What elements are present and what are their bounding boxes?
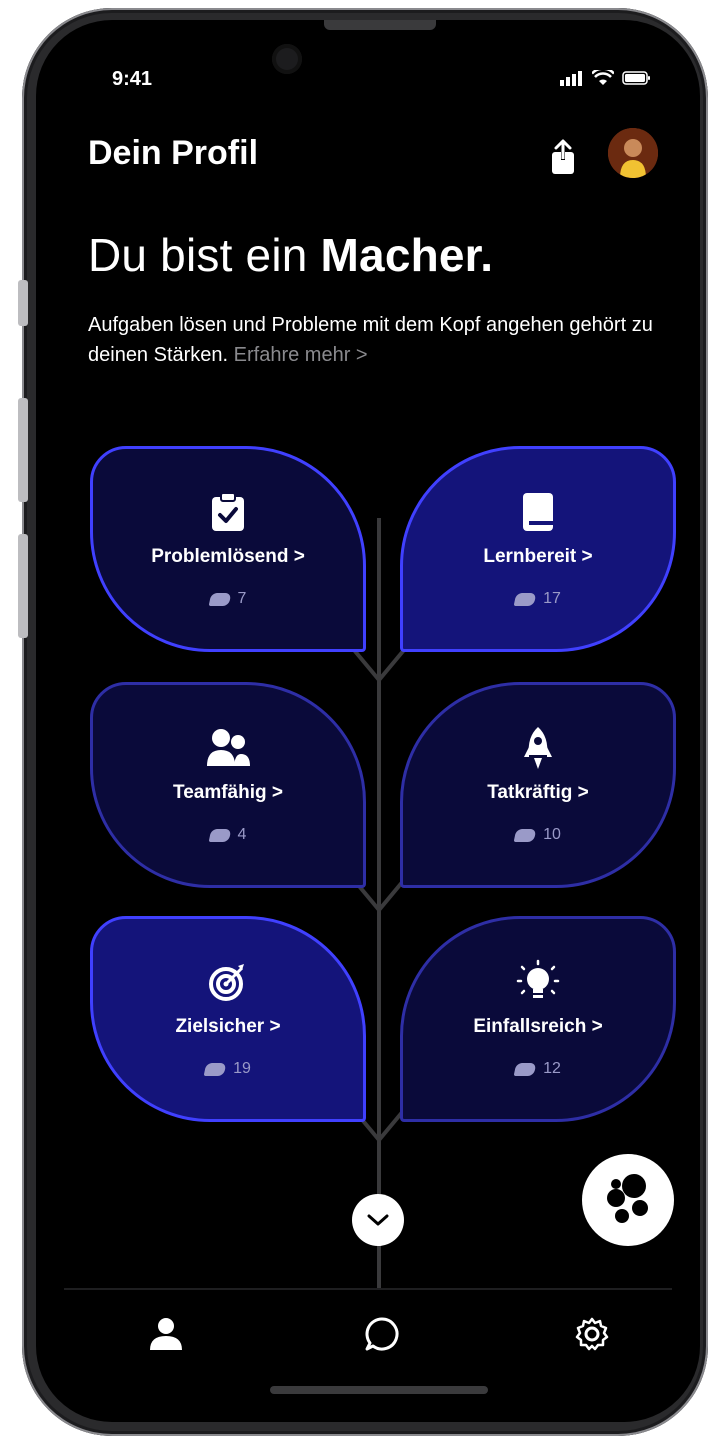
gear-icon bbox=[575, 1317, 609, 1351]
target-icon bbox=[208, 960, 248, 1004]
comment-icon bbox=[203, 1062, 227, 1076]
trait-count-value: 12 bbox=[543, 1060, 561, 1077]
volume-down-button bbox=[18, 534, 28, 638]
trait-card-teamfaehig[interactable]: Teamfähig > 4 bbox=[90, 682, 366, 888]
speaker-grille bbox=[324, 20, 436, 30]
lightbulb-icon bbox=[516, 959, 560, 1004]
volume-up-button bbox=[18, 398, 28, 502]
trait-label: Lernbereit > bbox=[483, 546, 593, 567]
trait-label: Zielsicher > bbox=[175, 1016, 281, 1037]
share-button[interactable] bbox=[546, 138, 580, 178]
tab-profile[interactable] bbox=[144, 1312, 188, 1356]
tab-settings[interactable] bbox=[570, 1312, 614, 1356]
front-camera bbox=[272, 44, 302, 74]
trait-count-value: 19 bbox=[233, 1060, 251, 1077]
scroll-down-button[interactable] bbox=[352, 1194, 404, 1246]
trait-count-value: 4 bbox=[237, 826, 247, 843]
tree-stem bbox=[377, 518, 381, 1288]
battery-icon bbox=[622, 71, 650, 85]
trait-count: 7 bbox=[208, 590, 247, 608]
avatar[interactable] bbox=[608, 128, 658, 178]
floating-action-button[interactable] bbox=[582, 1154, 674, 1246]
description-text: Aufgaben lösen und Probleme mit dem Kopf… bbox=[88, 314, 653, 366]
headline-prefix: Du bist ein bbox=[88, 229, 321, 281]
page-title: Dein Profil bbox=[88, 134, 259, 172]
comment-icon bbox=[208, 828, 231, 842]
trait-count: 17 bbox=[513, 590, 561, 608]
comment-icon bbox=[513, 1062, 537, 1076]
comment-icon bbox=[513, 592, 537, 606]
rocket-icon bbox=[523, 726, 553, 770]
clipboard-check-icon bbox=[210, 490, 246, 534]
bubbles-icon bbox=[607, 1174, 648, 1223]
trait-label: Tatkräftig > bbox=[487, 782, 589, 803]
avatar-image bbox=[608, 128, 658, 178]
trait-label: Teamfähig > bbox=[173, 782, 283, 803]
trait-label: Problemlösend > bbox=[151, 546, 305, 567]
trait-count-value: 17 bbox=[543, 590, 561, 607]
app-screen: 9:41 Dein Profil Du bist ein Macher. Auf… bbox=[36, 20, 700, 1422]
comment-icon bbox=[513, 828, 537, 842]
trait-card-tatkraeftig[interactable]: Tatkräftig > 10 bbox=[400, 682, 676, 888]
trait-count: 4 bbox=[208, 826, 247, 844]
book-icon bbox=[521, 490, 555, 534]
home-indicator bbox=[270, 1386, 488, 1394]
people-icon bbox=[205, 726, 251, 770]
profile-headline: Du bist ein Macher. bbox=[88, 228, 493, 282]
trait-card-einfallsreich[interactable]: Einfallsreich > 12 bbox=[400, 916, 676, 1122]
trait-card-problemloesend[interactable]: Problemlösend > 7 bbox=[90, 446, 366, 652]
trait-count: 19 bbox=[203, 1060, 251, 1078]
trait-count-value: 10 bbox=[543, 826, 561, 843]
comment-icon bbox=[208, 592, 231, 606]
chevron-down-icon bbox=[367, 1214, 389, 1226]
status-icons bbox=[560, 70, 652, 86]
trait-count: 10 bbox=[513, 826, 561, 844]
chat-bubble-icon bbox=[365, 1317, 399, 1351]
signal-icon bbox=[560, 71, 582, 86]
trait-card-lernbereit[interactable]: Lernbereit > 17 bbox=[400, 446, 676, 652]
person-icon bbox=[150, 1318, 182, 1350]
share-icon bbox=[552, 139, 574, 174]
trait-count: 12 bbox=[513, 1060, 561, 1078]
tab-bar-divider bbox=[64, 1288, 672, 1290]
mute-switch bbox=[18, 280, 28, 326]
headline-emphasis: Macher. bbox=[320, 229, 494, 281]
trait-card-zielsicher[interactable]: Zielsicher > 19 bbox=[90, 916, 366, 1122]
profile-description: Aufgaben lösen und Probleme mit dem Kopf… bbox=[88, 310, 678, 370]
tab-chat[interactable] bbox=[360, 1312, 404, 1356]
trait-label: Einfallsreich > bbox=[473, 1016, 603, 1037]
trait-count-value: 7 bbox=[237, 590, 247, 607]
wifi-icon bbox=[592, 70, 614, 85]
learn-more-link[interactable]: Erfahre mehr > bbox=[234, 344, 368, 366]
status-time: 9:41 bbox=[112, 68, 153, 90]
